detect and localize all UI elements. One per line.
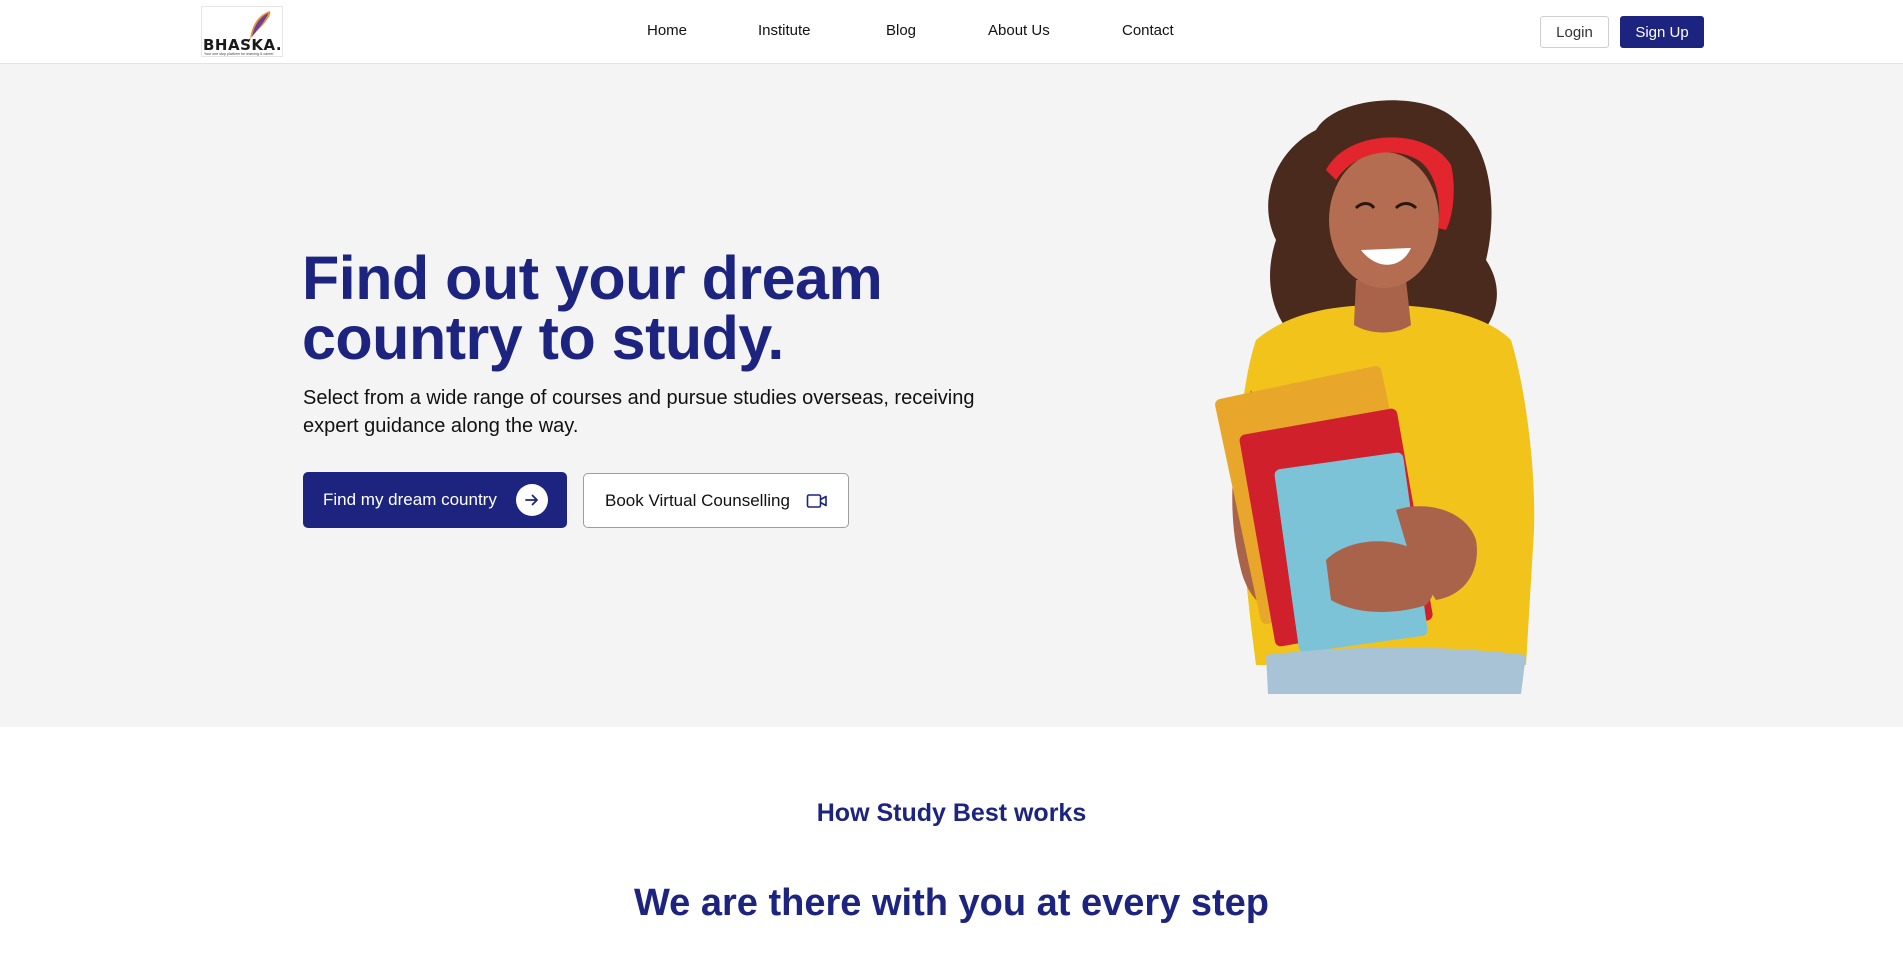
hero-subtitle: Select from a wide range of courses and … [303,387,975,437]
how-it-works-title: We are there with you at every step [634,882,1269,924]
video-camera-icon [806,494,827,508]
site-header: BHASKA. Your one stop platform for learn… [0,0,1903,64]
nav-institute[interactable]: Institute [758,22,811,39]
how-it-works-eyebrow: How Study Best works [816,799,1087,827]
student-photo [1215,100,1535,694]
login-button[interactable]: Login [1540,16,1609,48]
find-dream-country-label: Find my dream country [323,490,497,509]
arrow-right-icon [516,484,548,516]
nav-contact[interactable]: Contact [1122,22,1174,39]
signup-button[interactable]: Sign Up [1620,16,1704,48]
find-dream-country-button[interactable]: Find my dream country [303,472,567,528]
hero-title: Find out your dream country to study. [302,244,883,372]
hero-section: Find out your dream country to study. Se… [0,64,1903,727]
nav-about-us[interactable]: About Us [988,22,1050,39]
brand-tagline: Your one stop platform for learning & ca… [204,52,274,56]
nav-blog[interactable]: Blog [886,22,916,39]
book-virtual-counselling-button[interactable]: Book Virtual Counselling [583,473,849,528]
nav-home[interactable]: Home [647,22,687,39]
main-nav: Home Institute Blog About Us Contact [0,22,1903,44]
book-virtual-counselling-label: Book Virtual Counselling [605,490,790,510]
